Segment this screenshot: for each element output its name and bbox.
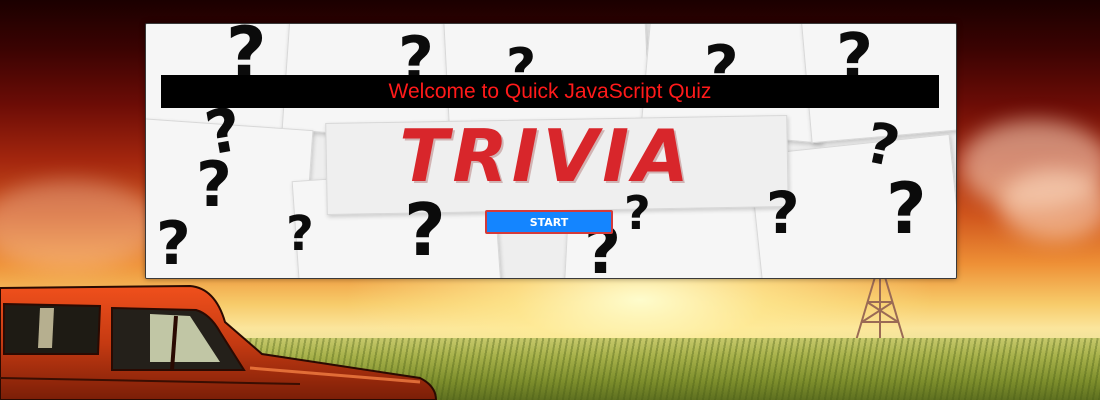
cloud [1000,170,1100,240]
trivia-logo: TRIVIA [399,114,693,198]
question-mark-icon: ? [886,168,927,250]
truck-illustration [0,284,438,400]
windmill-tower-illustration [854,276,906,345]
page-title: Welcome to Quick JavaScript Quiz [388,79,712,103]
question-mark-icon: ? [404,188,446,272]
question-mark-icon: ? [196,148,232,221]
quiz-welcome-card: ? ? ? ? ? ? ? ? ? ? ? ? ? ? ? Welcome to… [145,23,957,279]
title-bar: Welcome to Quick JavaScript Quiz [161,75,939,108]
question-mark-icon: ? [286,206,314,262]
start-button[interactable]: START [485,210,613,234]
question-mark-icon: ? [156,209,191,279]
